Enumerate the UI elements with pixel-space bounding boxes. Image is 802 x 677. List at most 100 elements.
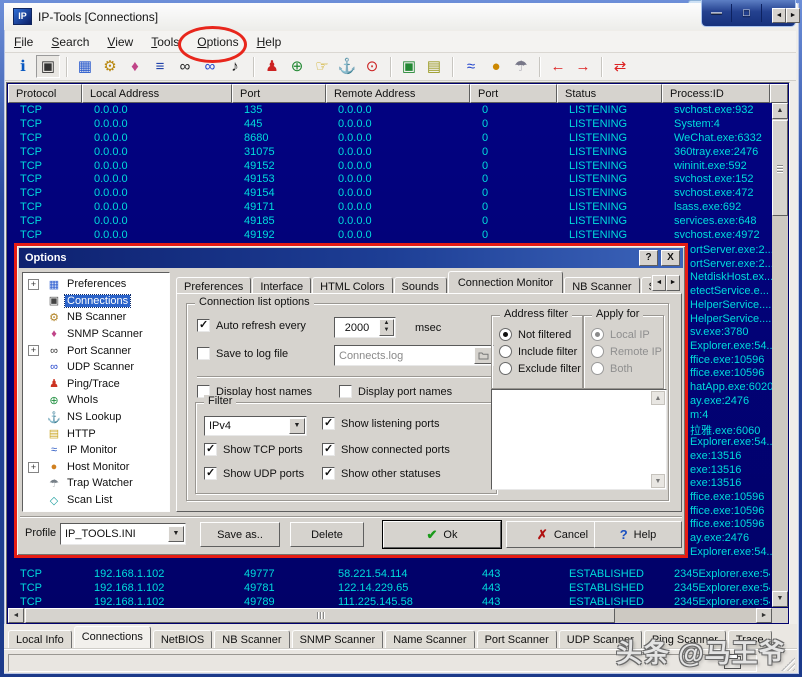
refresh-interval-input[interactable]: 2000 ▲▼ [334, 317, 396, 338]
list-scroll-up-icon[interactable]: ▲ [651, 391, 665, 405]
column-header-port[interactable]: Port [470, 84, 557, 103]
dropdown-arrow-icon[interactable]: ▼ [168, 526, 184, 542]
save-as-button[interactable]: Save as.. [200, 522, 280, 547]
table-row[interactable]: TCP0.0.0.0491850.0.0.00LISTENINGservices… [8, 214, 770, 228]
table-row[interactable]: TCP192.168.1.1024977758.221.54.114443EST… [8, 567, 770, 581]
refresh-interval-value[interactable]: 2000 [335, 322, 379, 334]
tree-item-host-monitor[interactable]: +●Host Monitor [23, 459, 169, 476]
tree-expander-icon[interactable]: + [28, 279, 39, 290]
scroll-up-icon[interactable]: ▲ [772, 103, 788, 119]
ip-version-dropdown[interactable]: IPv4 ▼ [204, 416, 307, 436]
table-row[interactable]: TCP0.0.0.0491520.0.0.00LISTENINGwininit.… [8, 159, 770, 173]
sound-icon[interactable]: ♪ [223, 55, 247, 78]
tree-expander-icon[interactable]: + [28, 462, 39, 473]
column-header-remote-address[interactable]: Remote Address [326, 84, 470, 103]
name-scanner-icon[interactable]: ≡ [148, 55, 172, 78]
netbios-icon[interactable]: ▦ [73, 55, 97, 78]
udp-scanner-binoculars-icon[interactable]: ∞ [198, 55, 222, 78]
table-row[interactable]: TCP0.0.0.0491710.0.0.00LISTENINGlsass.ex… [8, 200, 770, 214]
column-header-status[interactable]: Status [557, 84, 662, 103]
checkbox-show-tcp-ports[interactable]: Show TCP ports [204, 443, 303, 456]
checkbox[interactable] [339, 385, 352, 398]
snmp-scanner-icon[interactable]: ♦ [123, 55, 147, 78]
auto-refresh-checkbox[interactable]: Auto refresh every [197, 319, 306, 332]
tree-item-scan-list[interactable]: ◇Scan List [23, 492, 169, 509]
table-row[interactable]: TCP0.0.0.0491530.0.0.00LISTENINGsvchost.… [8, 172, 770, 186]
dialog-tab-preferences[interactable]: Preferences [176, 277, 251, 293]
finger-icon[interactable]: ☞ [310, 55, 334, 78]
bottom-tab-connections[interactable]: Connections [74, 626, 151, 649]
ok-button[interactable]: ✔ Ok [383, 521, 501, 548]
help-button[interactable]: ? Help [594, 521, 682, 548]
menu-search[interactable]: Search [42, 33, 98, 51]
checkbox[interactable] [322, 467, 335, 480]
maximize-button[interactable]: □ [732, 4, 762, 22]
dropdown-arrow-icon[interactable]: ▼ [289, 418, 305, 434]
spinner-icon[interactable]: ▲▼ [379, 319, 394, 336]
horizontal-scrollbar-thumb[interactable] [25, 608, 615, 623]
swap-arrows-icon[interactable]: ⇄ [608, 55, 632, 78]
tab-next-icon[interactable]: ► [666, 275, 680, 291]
table-row[interactable]: TCP192.168.1.10249789111.225.145.58443ES… [8, 595, 770, 609]
column-header-process-id[interactable]: Process:ID [662, 84, 770, 103]
tree-item-snmp-scanner[interactable]: ♦SNMP Scanner [23, 326, 169, 343]
bottom-tab-local-info[interactable]: Local Info [8, 630, 72, 649]
tree-expander-icon[interactable]: + [28, 345, 39, 356]
tree-item-ping-trace[interactable]: ♟Ping/Trace [23, 376, 169, 393]
pie-chart-icon[interactable]: ● [484, 55, 508, 78]
nb-scanner-lock-icon[interactable]: ⚙ [98, 55, 122, 78]
dialog-tab-connection-monitor[interactable]: Connection Monitor [448, 271, 563, 293]
radio-include-filter[interactable]: Include filter [499, 345, 577, 358]
delete-button[interactable]: Delete [290, 522, 364, 547]
bottom-tab-snmp-scanner[interactable]: SNMP Scanner [292, 630, 384, 649]
column-header-local-address[interactable]: Local Address [82, 84, 232, 103]
back-arrow-icon[interactable]: ← [546, 55, 570, 78]
column-header-protocol[interactable]: Protocol [8, 84, 82, 103]
checkbox-show-other-statuses[interactable]: Show other statuses [322, 467, 441, 480]
info-icon[interactable]: ℹ [11, 55, 35, 78]
checkbox-show-udp-ports[interactable]: Show UDP ports [204, 467, 304, 480]
dialog-tab-nb-scanner[interactable]: NB Scanner [564, 277, 639, 293]
log-file-input[interactable]: Connects.log [334, 345, 494, 366]
dialog-tab-sounds[interactable]: Sounds [394, 277, 447, 293]
dialog-title-bar[interactable]: Options ? X [19, 248, 683, 268]
dialog-tab-interface[interactable]: Interface [252, 277, 311, 293]
vertical-scrollbar[interactable]: ▲ ▼ [772, 103, 788, 607]
vertical-scrollbar-thumb[interactable] [772, 120, 788, 216]
list-scroll-down-icon[interactable]: ▼ [651, 474, 665, 488]
host-monitor-icon[interactable]: ▣ [397, 55, 421, 78]
checkbox[interactable] [204, 443, 217, 456]
port-scanner-binoculars-icon[interactable]: ∞ [173, 55, 197, 78]
menu-help[interactable]: Help [248, 33, 291, 51]
radio-exclude-filter[interactable]: Exclude filter [499, 362, 581, 375]
radio-button[interactable] [499, 362, 512, 375]
minimize-button[interactable]: — [702, 4, 732, 22]
tree-item-http[interactable]: ▤HTTP [23, 425, 169, 442]
table-row[interactable]: TCP0.0.0.086800.0.0.00LISTENINGWeChat.ex… [8, 131, 770, 145]
bottom-tab-name-scanner[interactable]: Name Scanner [385, 630, 474, 649]
tree-item-connections[interactable]: ▣Connections [23, 293, 169, 310]
scroll-right-icon[interactable]: ► [756, 608, 772, 623]
table-row[interactable]: TCP0.0.0.01350.0.0.00LISTENINGsvchost.ex… [8, 103, 770, 117]
dialog-close-button[interactable]: X [661, 250, 680, 266]
table-row[interactable]: TCP192.168.1.10249781122.14.229.65443EST… [8, 581, 770, 595]
menu-view[interactable]: View [98, 33, 142, 51]
alarm-clock-icon[interactable]: ⊙ [360, 55, 384, 78]
checkbox[interactable] [322, 417, 335, 430]
checkbox[interactable] [322, 443, 335, 456]
menu-options[interactable]: Options [188, 33, 247, 51]
title-bar[interactable]: IP IP-Tools [Connections] [4, 3, 797, 30]
tree-item-port-scanner[interactable]: +∞Port Scanner [23, 342, 169, 359]
table-row[interactable]: TCP0.0.0.0491540.0.0.00LISTENINGsvchost.… [8, 186, 770, 200]
display-port-names-checkbox[interactable]: Display port names [339, 385, 452, 398]
checkbox[interactable] [197, 347, 210, 360]
scroll-left-icon[interactable]: ◄ [8, 608, 24, 623]
table-row[interactable]: TCP0.0.0.0491920.0.0.00LISTENINGsvchost.… [8, 228, 770, 242]
trap-watcher-dish-icon[interactable]: ☂ [509, 55, 533, 78]
browse-folder-icon[interactable] [474, 347, 492, 364]
scroll-down-icon[interactable]: ▼ [772, 591, 788, 607]
connections-icon[interactable]: ▣ [36, 55, 60, 78]
radio-button[interactable] [499, 328, 512, 341]
tab-next-icon[interactable]: ► [786, 8, 800, 23]
forward-arrow-icon[interactable]: → [571, 55, 595, 78]
